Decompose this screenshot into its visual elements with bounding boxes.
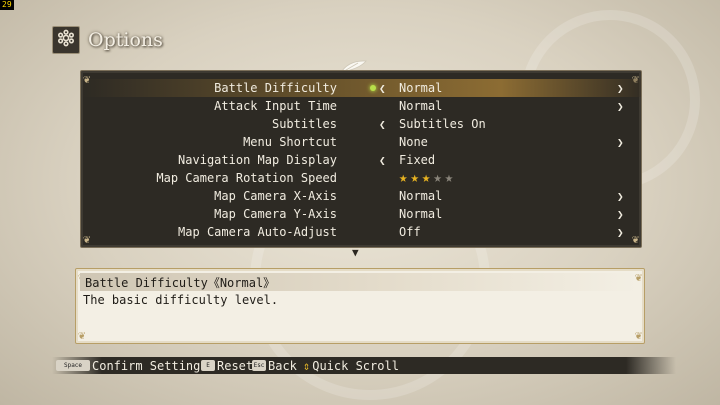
quick-scroll-hint[interactable]: ⇕ Quick Scroll — [303, 357, 399, 374]
option-label: Subtitles — [271, 117, 337, 131]
option-value: None — [399, 135, 428, 149]
star-icon: ★ — [410, 170, 419, 186]
reset-hint[interactable]: E Reset — [201, 357, 253, 374]
back-label: Back — [268, 358, 297, 373]
option-value: Normal — [399, 189, 443, 203]
option-row-battle-difficulty[interactable]: Battle Difficulty ❮ Normal ❯ — [81, 79, 641, 97]
star-icon: ★ — [399, 170, 408, 186]
corner-ornament-icon: ❦ — [634, 328, 642, 342]
chevron-right-icon[interactable]: ❯ — [617, 82, 624, 95]
chevron-left-icon[interactable]: ❮ — [379, 118, 386, 131]
options-icon-box — [52, 26, 80, 54]
back-hint[interactable]: Esc Back — [252, 357, 297, 374]
space-key-icon: Space — [56, 360, 90, 371]
chevron-right-icon[interactable]: ❯ — [617, 190, 624, 203]
option-value: Subtitles On — [399, 117, 486, 131]
gear-icon — [57, 29, 75, 51]
confirm-settings-label: Confirm Settings — [92, 358, 208, 373]
options-panel: ❦ ❦ ❦ ❦ Battle Difficulty ❮ Normal ❯ Att… — [80, 70, 642, 248]
fps-counter: 29 — [0, 0, 14, 10]
description-text: The basic difficulty level. — [83, 293, 279, 307]
option-label: Navigation Map Display — [178, 153, 337, 167]
selection-cursor-icon — [370, 85, 376, 91]
control-hints-bar: Space Confirm Settings E Reset Esc Back … — [52, 357, 676, 374]
description-panel: ❦ ❦ ❦ ❦ Battle Difficulty《Normal》 The ba… — [75, 268, 645, 344]
option-row-subtitles[interactable]: Subtitles ❮ Subtitles On — [81, 115, 641, 133]
scroll-wheel-icon: ⇕ — [303, 358, 311, 373]
chevron-right-icon[interactable]: ❯ — [617, 208, 624, 221]
option-value: Normal — [399, 99, 443, 113]
option-row-map-camera-x-axis[interactable]: Map Camera X-Axis Normal ❯ — [81, 187, 641, 205]
option-value: Off — [399, 225, 421, 239]
chevron-right-icon[interactable]: ❯ — [617, 136, 624, 149]
option-row-map-camera-auto-adjust[interactable]: Map Camera Auto-Adjust Off ❯ — [81, 223, 641, 241]
chevron-right-icon[interactable]: ❯ — [617, 100, 624, 113]
option-row-map-camera-rotation-speed[interactable]: Map Camera Rotation Speed ★ ★ ★ ★ ★ — [81, 169, 641, 187]
star-rating[interactable]: ★ ★ ★ ★ ★ — [399, 171, 453, 185]
chevron-right-icon[interactable]: ❯ — [617, 226, 624, 239]
reset-label: Reset — [217, 358, 254, 373]
quick-scroll-label: Quick Scroll — [312, 358, 399, 373]
description-title: Battle Difficulty《Normal》 — [85, 276, 276, 290]
page-title: Options — [88, 29, 163, 51]
star-icon: ★ — [433, 170, 442, 186]
option-label: Map Camera Auto-Adjust — [178, 225, 337, 239]
star-icon: ★ — [444, 170, 454, 186]
option-label: Attack Input Time — [214, 99, 337, 113]
option-label: Map Camera Y-Axis — [214, 207, 337, 221]
confirm-settings-hint[interactable]: Space Confirm Settings — [56, 357, 208, 374]
option-value: Normal — [399, 207, 443, 221]
chevron-down-icon[interactable]: ▼ — [352, 246, 359, 259]
option-label: Menu Shortcut — [243, 135, 337, 149]
option-value: Fixed — [399, 153, 436, 167]
option-row-navigation-map-display[interactable]: Navigation Map Display ❮ Fixed — [81, 151, 641, 169]
option-label: Map Camera Rotation Speed — [156, 171, 337, 185]
option-label: Battle Difficulty — [214, 81, 337, 95]
star-icon: ★ — [421, 170, 431, 186]
option-value: Normal — [399, 81, 443, 95]
e-key-icon: E — [201, 360, 215, 371]
option-row-menu-shortcut[interactable]: Menu Shortcut None ❯ — [81, 133, 641, 151]
option-label: Map Camera X-Axis — [214, 189, 337, 203]
corner-ornament-icon: ❦ — [78, 328, 86, 342]
chevron-left-icon[interactable]: ❮ — [379, 82, 386, 95]
page-header: Options — [52, 26, 163, 54]
option-row-map-camera-y-axis[interactable]: Map Camera Y-Axis Normal ❯ — [81, 205, 641, 223]
option-row-attack-input-time[interactable]: Attack Input Time Normal ❯ — [81, 97, 641, 115]
chevron-left-icon[interactable]: ❮ — [379, 154, 386, 167]
esc-key-icon: Esc — [252, 360, 266, 371]
